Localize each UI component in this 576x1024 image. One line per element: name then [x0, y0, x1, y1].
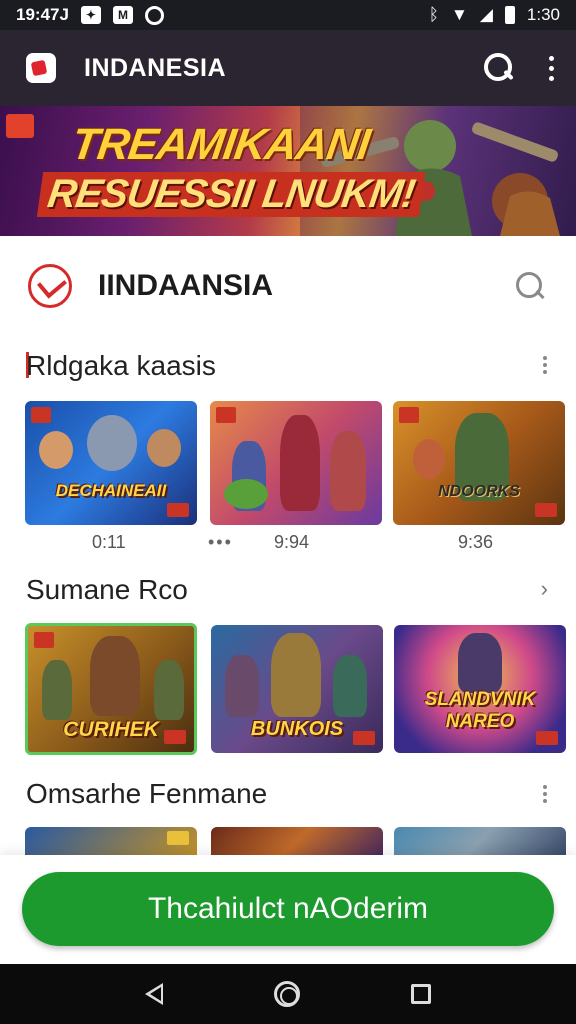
signal-icon: ◢	[479, 5, 493, 24]
battery-icon	[504, 6, 515, 24]
hero-figure	[225, 655, 259, 717]
app-title: INDANESIA	[84, 53, 227, 82]
store-header: IINDAANSIA	[0, 236, 576, 336]
hero-figure	[458, 633, 502, 693]
hero-figure	[413, 439, 445, 479]
home-icon[interactable]	[273, 981, 300, 1007]
hero-figure	[154, 660, 184, 720]
store-search-icon[interactable]	[514, 270, 546, 302]
hero-figure	[330, 431, 366, 511]
tile-corner-badge	[399, 407, 419, 423]
hero-figure	[39, 431, 73, 469]
bluetooth-icon: ᛒ	[428, 5, 439, 24]
tile-badge	[535, 503, 557, 517]
hero-figure	[280, 415, 320, 511]
app-logo-icon[interactable]	[26, 53, 56, 83]
hero-figure	[271, 633, 321, 717]
promo-banner[interactable]: TREAMIKAANI RESUESSII LNUKM!	[0, 106, 576, 236]
section-title[interactable]: Rldgaka kaasis	[26, 350, 216, 382]
recents-icon[interactable]	[410, 984, 431, 1004]
tile-duration: 9:36	[458, 532, 494, 552]
hero-figure	[147, 429, 181, 467]
status-clock: 1:30	[526, 5, 560, 24]
section-3: Omsarhe Fenmane	[0, 775, 576, 855]
fruit-pile	[224, 479, 268, 509]
banner-badge-icon	[6, 114, 34, 138]
install-button[interactable]: Thcahiulct nAOderim	[22, 872, 554, 946]
banner-headline: TREAMIKAANI	[68, 120, 373, 169]
tile-badge	[164, 730, 186, 744]
game-tile[interactable]: SLANDVNIK NAREO	[394, 625, 566, 753]
tile-badge	[167, 503, 189, 517]
store-logo-icon	[28, 264, 72, 308]
system-nav-bar	[0, 964, 576, 1024]
tile-title: DECHAINEAII	[55, 481, 167, 500]
status-bar: 19:47J ✦ M ᛒ ▼ ◢ 1:30	[0, 0, 576, 30]
store-title: IINDAANSIA	[98, 269, 274, 302]
tile-corner-badge	[31, 407, 51, 423]
tile-title: SLANDVNIK NAREO	[424, 689, 536, 732]
app-bar: INDANESIA	[0, 30, 576, 106]
tile-dots: •••	[208, 532, 233, 552]
tile-badge	[353, 731, 375, 745]
tile-badge	[536, 731, 558, 745]
tile-corner-badge	[34, 632, 54, 648]
tile-title: NDOORKS	[438, 483, 520, 500]
more-vert-icon[interactable]	[540, 785, 550, 803]
game-tile[interactable]	[394, 827, 566, 855]
tile-badge	[167, 831, 189, 845]
chevron-right-icon[interactable]: ›	[541, 576, 548, 602]
section-1: Rldgaka kaasis DECHAINEAII 0:11 ••• 9:94…	[0, 336, 576, 556]
game-tile[interactable]: NDOORKS	[393, 401, 565, 525]
tile-duration: 9:94	[274, 532, 310, 552]
more-vert-icon[interactable]	[546, 55, 556, 81]
gmail-icon: M	[112, 6, 133, 24]
game-tile[interactable]: BUNKOIS	[211, 625, 383, 753]
section-title[interactable]: Omsarhe Fenmane	[26, 778, 267, 810]
search-icon[interactable]	[482, 51, 516, 85]
notification-icon: ✦	[80, 6, 101, 24]
sync-icon	[144, 5, 164, 25]
game-tile[interactable]: DECHAINEAII	[25, 401, 197, 525]
game-tile[interactable]	[210, 401, 382, 525]
tile-corner-badge	[216, 407, 236, 423]
cta-container: Thcahiulct nAOderim	[0, 855, 576, 965]
game-tile[interactable]	[25, 827, 197, 855]
more-vert-icon[interactable]	[540, 356, 550, 374]
status-time: 19:47J	[16, 5, 69, 24]
banner-subheadline: RESUESSII LNUKM!	[36, 172, 426, 217]
section-2: Sumane Rco › CURIHEK BUNKOIS SLANDVNIK N…	[0, 570, 576, 770]
tile-duration: 0:11	[92, 532, 126, 552]
hero-figure	[90, 636, 140, 716]
wifi-icon: ▼	[451, 5, 468, 24]
hero-figure	[333, 655, 367, 717]
game-tile[interactable]: CURIHEK	[25, 623, 197, 755]
hero-figure	[42, 660, 72, 720]
hero-figure	[87, 415, 137, 471]
back-icon[interactable]	[145, 983, 164, 1005]
section-title[interactable]: Sumane Rco	[26, 574, 188, 606]
tile-title: BUNKOIS	[250, 718, 344, 740]
game-tile[interactable]	[211, 827, 383, 855]
